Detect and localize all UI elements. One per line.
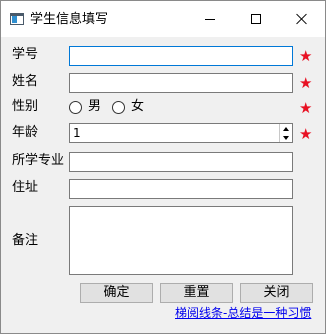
student-info-window: 学生信息填写 学号 ★ 姓名 ★ 性别 男 女 ★ 年龄 1 ★ 所学专业 住址… [0, 0, 326, 334]
reset-button[interactable]: 重置 [160, 283, 233, 303]
address-label: 住址 [12, 180, 39, 195]
footer-link[interactable]: 梯阅线条-总结是一种习惯 [175, 306, 311, 321]
age-label: 年龄 [12, 125, 39, 140]
address-input[interactable] [69, 179, 293, 199]
gender-radio-female[interactable]: 女 [112, 99, 144, 115]
radio-female-circle[interactable] [112, 100, 125, 114]
name-label: 姓名 [12, 74, 39, 89]
form-window-icon [10, 13, 24, 25]
age-spinbox[interactable]: 1 [69, 123, 293, 143]
radio-male-circle[interactable] [69, 100, 82, 114]
close-button[interactable]: 关闭 [240, 283, 313, 303]
major-label: 所学专业 [12, 153, 65, 168]
gender-required-mark: ★ [299, 99, 313, 117]
maximize-button[interactable] [233, 1, 279, 37]
student-id-input[interactable] [69, 46, 293, 66]
name-input[interactable] [69, 73, 293, 93]
student-id-required-mark: ★ [299, 47, 313, 65]
major-input[interactable] [69, 152, 293, 172]
gender-label: 性别 [12, 99, 39, 114]
maximize-icon [251, 14, 261, 24]
arrow-down-icon [283, 135, 289, 140]
age-increment-button[interactable] [280, 124, 292, 133]
arrow-up-icon [283, 126, 289, 131]
remarks-textarea[interactable] [69, 206, 293, 275]
age-decrement-button[interactable] [280, 133, 292, 142]
age-required-mark: ★ [299, 125, 313, 143]
title-bar: 学生信息填写 [1, 1, 325, 37]
remarks-label: 备注 [12, 233, 39, 248]
age-spin-buttons [279, 124, 292, 142]
name-required-mark: ★ [299, 74, 313, 92]
radio-female-label: 女 [131, 99, 145, 114]
window-title: 学生信息填写 [30, 12, 109, 27]
close-icon [296, 13, 308, 25]
close-window-button[interactable] [279, 1, 325, 37]
student-id-label: 学号 [12, 47, 39, 62]
radio-male-label: 男 [88, 99, 102, 114]
minimize-button[interactable] [187, 1, 233, 37]
minimize-icon [205, 18, 215, 20]
age-value[interactable]: 1 [73, 126, 81, 141]
gender-radio-male[interactable]: 男 [69, 99, 101, 115]
confirm-button[interactable]: 确定 [80, 283, 153, 303]
